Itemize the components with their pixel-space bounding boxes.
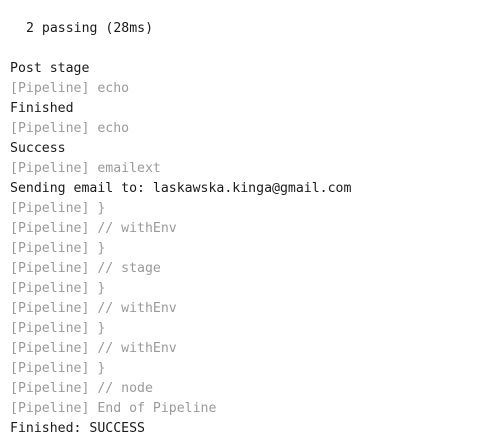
console-log-line: Finished: SUCCESS bbox=[10, 421, 145, 436]
console-log-line: Sending email to: laskawska.kinga@gmail.… bbox=[10, 181, 352, 196]
console-log-line bbox=[10, 39, 498, 59]
pipeline-log-line: [Pipeline] } bbox=[10, 241, 106, 256]
pipeline-log-line: [Pipeline] echo bbox=[10, 121, 130, 136]
pipeline-log-line: [Pipeline] // node bbox=[10, 381, 153, 396]
pipeline-log-line: [Pipeline] // withEnv bbox=[10, 301, 177, 316]
console-log-line: Post stage bbox=[10, 61, 90, 76]
pipeline-log-line: [Pipeline] // stage bbox=[10, 261, 161, 276]
console-output: 2 passing (28ms) Post stage [Pipeline] ech… bbox=[10, 19, 498, 439]
pipeline-log-line: [Pipeline] End of Pipeline bbox=[10, 401, 217, 416]
pipeline-log-line: [Pipeline] } bbox=[10, 321, 106, 336]
console-log-line: Success bbox=[10, 141, 66, 156]
console-log-line: Finished bbox=[10, 101, 74, 116]
pipeline-log-line: [Pipeline] } bbox=[10, 281, 106, 296]
pipeline-log-line: [Pipeline] echo bbox=[10, 81, 130, 96]
pipeline-log-line: [Pipeline] // withEnv bbox=[10, 341, 177, 356]
pipeline-log-line: [Pipeline] // withEnv bbox=[10, 221, 177, 236]
pipeline-log-line: [Pipeline] } bbox=[10, 201, 106, 216]
pipeline-log-line: [Pipeline] emailext bbox=[10, 161, 161, 176]
pipeline-log-line: [Pipeline] } bbox=[10, 361, 106, 376]
console-log-line: 2 passing (28ms) bbox=[26, 21, 154, 36]
